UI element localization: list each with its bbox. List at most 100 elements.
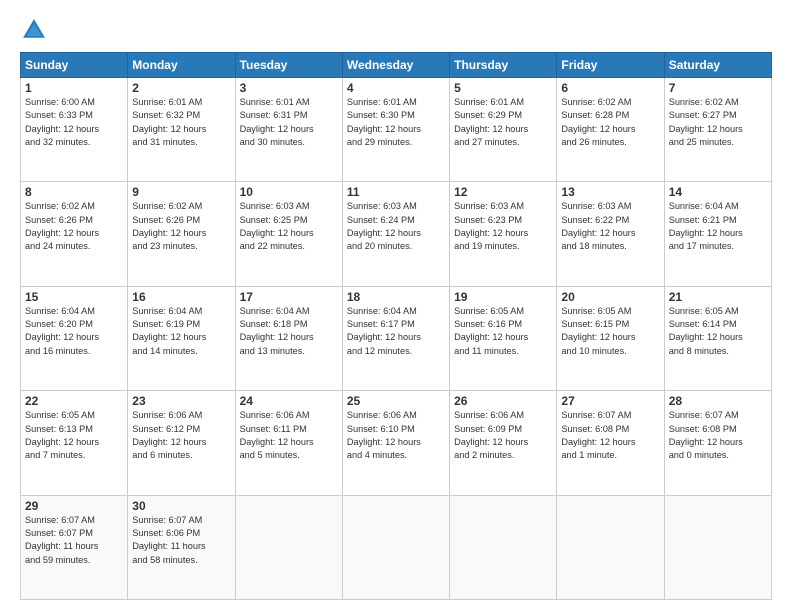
calendar-cell: 28Sunrise: 6:07 AMSunset: 6:08 PMDayligh… bbox=[664, 391, 771, 495]
day-info: Sunrise: 6:03 AMSunset: 6:22 PMDaylight:… bbox=[561, 200, 659, 253]
calendar-cell: 25Sunrise: 6:06 AMSunset: 6:10 PMDayligh… bbox=[342, 391, 449, 495]
calendar-cell: 22Sunrise: 6:05 AMSunset: 6:13 PMDayligh… bbox=[21, 391, 128, 495]
day-of-week-row: SundayMondayTuesdayWednesdayThursdayFrid… bbox=[21, 53, 772, 78]
day-number: 13 bbox=[561, 185, 659, 199]
day-number: 23 bbox=[132, 394, 230, 408]
day-number: 25 bbox=[347, 394, 445, 408]
calendar-cell: 20Sunrise: 6:05 AMSunset: 6:15 PMDayligh… bbox=[557, 286, 664, 390]
day-info: Sunrise: 6:04 AMSunset: 6:20 PMDaylight:… bbox=[25, 305, 123, 358]
day-info: Sunrise: 6:03 AMSunset: 6:25 PMDaylight:… bbox=[240, 200, 338, 253]
day-info: Sunrise: 6:06 AMSunset: 6:10 PMDaylight:… bbox=[347, 409, 445, 462]
day-number: 19 bbox=[454, 290, 552, 304]
calendar-cell: 7Sunrise: 6:02 AMSunset: 6:27 PMDaylight… bbox=[664, 78, 771, 182]
day-info: Sunrise: 6:07 AMSunset: 6:07 PMDaylight:… bbox=[25, 514, 123, 567]
logo-icon bbox=[20, 16, 48, 44]
day-number: 21 bbox=[669, 290, 767, 304]
day-number: 9 bbox=[132, 185, 230, 199]
day-info: Sunrise: 6:06 AMSunset: 6:09 PMDaylight:… bbox=[454, 409, 552, 462]
day-info: Sunrise: 6:06 AMSunset: 6:11 PMDaylight:… bbox=[240, 409, 338, 462]
calendar-cell: 19Sunrise: 6:05 AMSunset: 6:16 PMDayligh… bbox=[450, 286, 557, 390]
calendar-cell: 8Sunrise: 6:02 AMSunset: 6:26 PMDaylight… bbox=[21, 182, 128, 286]
calendar-cell bbox=[557, 495, 664, 599]
day-number: 6 bbox=[561, 81, 659, 95]
day-info: Sunrise: 6:05 AMSunset: 6:13 PMDaylight:… bbox=[25, 409, 123, 462]
day-number: 26 bbox=[454, 394, 552, 408]
day-number: 1 bbox=[25, 81, 123, 95]
calendar-cell: 6Sunrise: 6:02 AMSunset: 6:28 PMDaylight… bbox=[557, 78, 664, 182]
calendar-table: SundayMondayTuesdayWednesdayThursdayFrid… bbox=[20, 52, 772, 600]
day-info: Sunrise: 6:03 AMSunset: 6:23 PMDaylight:… bbox=[454, 200, 552, 253]
calendar-cell: 10Sunrise: 6:03 AMSunset: 6:25 PMDayligh… bbox=[235, 182, 342, 286]
calendar-week-row: 8Sunrise: 6:02 AMSunset: 6:26 PMDaylight… bbox=[21, 182, 772, 286]
calendar-week-row: 22Sunrise: 6:05 AMSunset: 6:13 PMDayligh… bbox=[21, 391, 772, 495]
calendar-cell: 18Sunrise: 6:04 AMSunset: 6:17 PMDayligh… bbox=[342, 286, 449, 390]
day-number: 14 bbox=[669, 185, 767, 199]
calendar-cell: 24Sunrise: 6:06 AMSunset: 6:11 PMDayligh… bbox=[235, 391, 342, 495]
day-info: Sunrise: 6:04 AMSunset: 6:21 PMDaylight:… bbox=[669, 200, 767, 253]
day-info: Sunrise: 6:03 AMSunset: 6:24 PMDaylight:… bbox=[347, 200, 445, 253]
day-info: Sunrise: 6:04 AMSunset: 6:17 PMDaylight:… bbox=[347, 305, 445, 358]
calendar-cell: 12Sunrise: 6:03 AMSunset: 6:23 PMDayligh… bbox=[450, 182, 557, 286]
day-info: Sunrise: 6:05 AMSunset: 6:16 PMDaylight:… bbox=[454, 305, 552, 358]
calendar-cell: 1Sunrise: 6:00 AMSunset: 6:33 PMDaylight… bbox=[21, 78, 128, 182]
calendar-cell: 23Sunrise: 6:06 AMSunset: 6:12 PMDayligh… bbox=[128, 391, 235, 495]
day-number: 30 bbox=[132, 499, 230, 513]
dow-header: Monday bbox=[128, 53, 235, 78]
day-number: 16 bbox=[132, 290, 230, 304]
calendar-cell: 4Sunrise: 6:01 AMSunset: 6:30 PMDaylight… bbox=[342, 78, 449, 182]
dow-header: Saturday bbox=[664, 53, 771, 78]
day-number: 20 bbox=[561, 290, 659, 304]
day-info: Sunrise: 6:05 AMSunset: 6:14 PMDaylight:… bbox=[669, 305, 767, 358]
day-number: 17 bbox=[240, 290, 338, 304]
calendar-cell: 17Sunrise: 6:04 AMSunset: 6:18 PMDayligh… bbox=[235, 286, 342, 390]
calendar-cell: 9Sunrise: 6:02 AMSunset: 6:26 PMDaylight… bbox=[128, 182, 235, 286]
calendar-cell: 13Sunrise: 6:03 AMSunset: 6:22 PMDayligh… bbox=[557, 182, 664, 286]
calendar-cell bbox=[342, 495, 449, 599]
calendar-cell: 5Sunrise: 6:01 AMSunset: 6:29 PMDaylight… bbox=[450, 78, 557, 182]
dow-header: Friday bbox=[557, 53, 664, 78]
dow-header: Wednesday bbox=[342, 53, 449, 78]
calendar-cell: 3Sunrise: 6:01 AMSunset: 6:31 PMDaylight… bbox=[235, 78, 342, 182]
day-number: 3 bbox=[240, 81, 338, 95]
day-number: 22 bbox=[25, 394, 123, 408]
day-info: Sunrise: 6:00 AMSunset: 6:33 PMDaylight:… bbox=[25, 96, 123, 149]
day-info: Sunrise: 6:07 AMSunset: 6:06 PMDaylight:… bbox=[132, 514, 230, 567]
day-info: Sunrise: 6:02 AMSunset: 6:27 PMDaylight:… bbox=[669, 96, 767, 149]
day-number: 4 bbox=[347, 81, 445, 95]
calendar-cell bbox=[664, 495, 771, 599]
calendar-week-row: 29Sunrise: 6:07 AMSunset: 6:07 PMDayligh… bbox=[21, 495, 772, 599]
calendar-cell: 14Sunrise: 6:04 AMSunset: 6:21 PMDayligh… bbox=[664, 182, 771, 286]
calendar-week-row: 15Sunrise: 6:04 AMSunset: 6:20 PMDayligh… bbox=[21, 286, 772, 390]
day-number: 12 bbox=[454, 185, 552, 199]
day-number: 10 bbox=[240, 185, 338, 199]
dow-header: Thursday bbox=[450, 53, 557, 78]
day-number: 7 bbox=[669, 81, 767, 95]
calendar-cell: 16Sunrise: 6:04 AMSunset: 6:19 PMDayligh… bbox=[128, 286, 235, 390]
calendar-cell: 21Sunrise: 6:05 AMSunset: 6:14 PMDayligh… bbox=[664, 286, 771, 390]
page: SundayMondayTuesdayWednesdayThursdayFrid… bbox=[0, 0, 792, 612]
day-number: 27 bbox=[561, 394, 659, 408]
calendar-cell: 27Sunrise: 6:07 AMSunset: 6:08 PMDayligh… bbox=[557, 391, 664, 495]
logo bbox=[20, 16, 52, 44]
day-number: 18 bbox=[347, 290, 445, 304]
day-number: 28 bbox=[669, 394, 767, 408]
day-info: Sunrise: 6:07 AMSunset: 6:08 PMDaylight:… bbox=[561, 409, 659, 462]
calendar-cell: 11Sunrise: 6:03 AMSunset: 6:24 PMDayligh… bbox=[342, 182, 449, 286]
calendar-cell: 29Sunrise: 6:07 AMSunset: 6:07 PMDayligh… bbox=[21, 495, 128, 599]
calendar-cell bbox=[235, 495, 342, 599]
day-number: 15 bbox=[25, 290, 123, 304]
header bbox=[20, 16, 772, 44]
calendar-cell: 26Sunrise: 6:06 AMSunset: 6:09 PMDayligh… bbox=[450, 391, 557, 495]
calendar-cell: 2Sunrise: 6:01 AMSunset: 6:32 PMDaylight… bbox=[128, 78, 235, 182]
day-number: 24 bbox=[240, 394, 338, 408]
day-info: Sunrise: 6:01 AMSunset: 6:31 PMDaylight:… bbox=[240, 96, 338, 149]
day-number: 29 bbox=[25, 499, 123, 513]
day-number: 11 bbox=[347, 185, 445, 199]
day-info: Sunrise: 6:01 AMSunset: 6:32 PMDaylight:… bbox=[132, 96, 230, 149]
dow-header: Sunday bbox=[21, 53, 128, 78]
day-info: Sunrise: 6:06 AMSunset: 6:12 PMDaylight:… bbox=[132, 409, 230, 462]
day-info: Sunrise: 6:05 AMSunset: 6:15 PMDaylight:… bbox=[561, 305, 659, 358]
day-info: Sunrise: 6:07 AMSunset: 6:08 PMDaylight:… bbox=[669, 409, 767, 462]
day-info: Sunrise: 6:04 AMSunset: 6:18 PMDaylight:… bbox=[240, 305, 338, 358]
day-info: Sunrise: 6:02 AMSunset: 6:26 PMDaylight:… bbox=[25, 200, 123, 253]
